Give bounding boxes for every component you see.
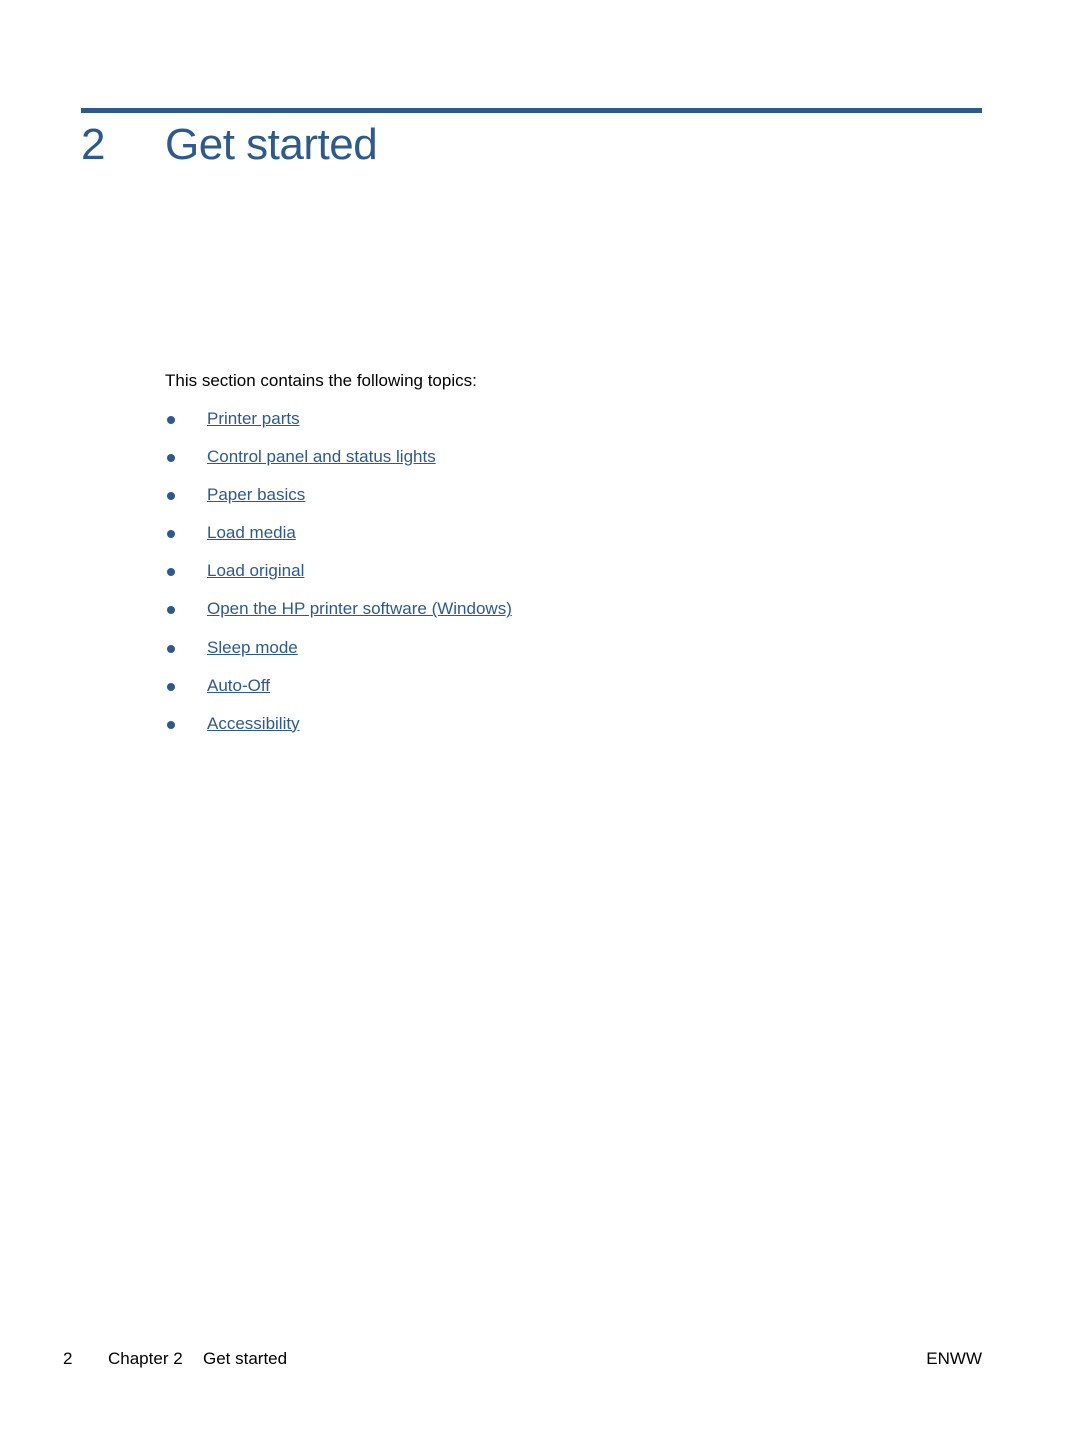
list-item: Accessibility <box>165 714 512 752</box>
list-item: Sleep mode <box>165 638 512 676</box>
chapter-rule <box>81 108 982 113</box>
footer-locale: ENWW <box>926 1349 982 1368</box>
bullet-icon <box>167 682 175 691</box>
bullet-icon <box>167 530 175 539</box>
footer-page-number: 2 <box>63 1349 73 1368</box>
footer-chapter-title: Get started <box>203 1349 288 1368</box>
chapter-title: Get started <box>165 120 378 169</box>
bullet-icon <box>167 454 175 463</box>
bullet-icon <box>167 606 175 615</box>
topic-link-control-panel[interactable]: Control panel and status lights <box>207 447 436 467</box>
list-item: Load original <box>165 561 512 599</box>
topic-link-load-media[interactable]: Load media <box>207 523 296 543</box>
list-item: Load media <box>165 523 512 561</box>
topic-link-auto-off[interactable]: Auto-Off <box>207 676 270 696</box>
topic-link-printer-parts[interactable]: Printer parts <box>207 409 300 429</box>
bullet-icon <box>167 492 175 501</box>
topic-list: Printer parts Control panel and status l… <box>165 409 512 752</box>
list-item: Open the HP printer software (Windows) <box>165 599 512 637</box>
topic-link-load-original[interactable]: Load original <box>207 561 304 581</box>
footer-chapter-label: Chapter 2 <box>108 1349 183 1368</box>
intro-text: This section contains the following topi… <box>165 371 477 390</box>
bullet-icon <box>167 416 175 424</box>
topic-link-open-software[interactable]: Open the HP printer software (Windows) <box>207 599 512 619</box>
chapter-number: 2 <box>81 120 106 169</box>
topic-link-sleep-mode[interactable]: Sleep mode <box>207 638 298 658</box>
list-item: Printer parts <box>165 409 512 447</box>
list-item: Auto-Off <box>165 676 512 714</box>
bullet-icon <box>167 644 175 653</box>
list-item: Paper basics <box>165 485 512 523</box>
bullet-icon <box>167 720 175 729</box>
topic-link-paper-basics[interactable]: Paper basics <box>207 485 305 505</box>
list-item: Control panel and status lights <box>165 447 512 485</box>
topic-link-accessibility[interactable]: Accessibility <box>207 714 300 734</box>
bullet-icon <box>167 568 175 577</box>
